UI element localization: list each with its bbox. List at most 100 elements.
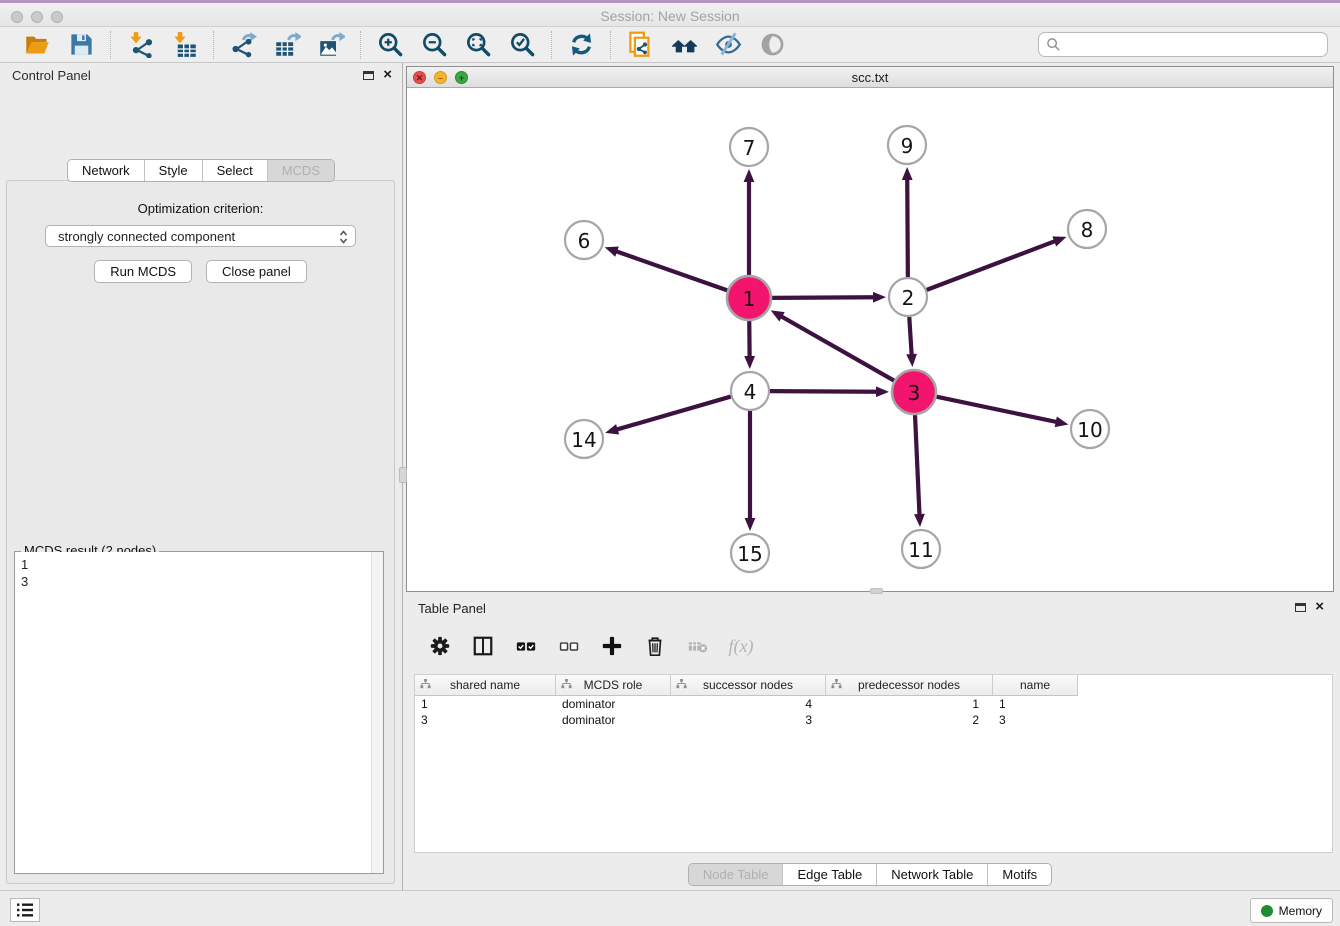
attribute-icon bbox=[831, 679, 842, 690]
import-network-icon bbox=[127, 31, 154, 58]
first-neighbors-button[interactable] bbox=[669, 30, 699, 60]
zoom-fit-button[interactable] bbox=[463, 30, 493, 60]
open-file-button[interactable] bbox=[22, 30, 52, 60]
delete-table-icon bbox=[687, 635, 709, 657]
graph-edge-3-11[interactable] bbox=[915, 415, 919, 515]
cell-name[interactable]: 3 bbox=[993, 712, 1078, 728]
close-panel-icon[interactable]: × bbox=[383, 70, 392, 80]
export-network-icon bbox=[230, 31, 257, 58]
graph-edge-arrow-icon bbox=[1055, 417, 1069, 428]
tab-edge-table[interactable]: Edge Table bbox=[783, 864, 877, 885]
graph-edge-2-9[interactable] bbox=[907, 179, 908, 277]
panel-splitter-grip[interactable] bbox=[399, 467, 407, 483]
tab-motifs[interactable]: Motifs bbox=[988, 864, 1051, 885]
cell-name[interactable]: 1 bbox=[993, 696, 1078, 712]
window-title: Session: New Session bbox=[0, 8, 1340, 24]
task-history-button[interactable] bbox=[10, 898, 40, 922]
gear-icon bbox=[429, 635, 451, 657]
import-table-button[interactable] bbox=[169, 30, 199, 60]
horizontal-splitter-grip[interactable] bbox=[870, 588, 883, 594]
graph-node-label: 10 bbox=[1077, 418, 1102, 442]
cell-predecessor-nodes[interactable]: 2 bbox=[826, 712, 993, 728]
column-layout-icon bbox=[472, 635, 494, 657]
table-toolbar: f(x) bbox=[416, 628, 753, 664]
close-panel-icon[interactable]: × bbox=[1315, 602, 1324, 612]
table-panel-title: Table Panel bbox=[418, 601, 486, 616]
network-graph[interactable]: 7968124314101511 bbox=[407, 88, 1332, 591]
graph-edge-arrow-icon bbox=[876, 386, 889, 397]
graph-edge-1-6[interactable] bbox=[616, 251, 727, 290]
save-session-button[interactable] bbox=[66, 30, 96, 60]
graph-edge-3-10[interactable] bbox=[937, 397, 1057, 422]
column-layout-button[interactable] bbox=[471, 634, 495, 658]
zoom-selected-button[interactable] bbox=[507, 30, 537, 60]
column-header-predecessor-nodes[interactable]: predecessor nodes bbox=[826, 675, 993, 696]
graph-edge-4-3[interactable] bbox=[770, 391, 877, 392]
float-panel-icon[interactable] bbox=[1295, 603, 1306, 612]
search-input[interactable] bbox=[1061, 37, 1320, 52]
result-scrollbar[interactable] bbox=[371, 552, 383, 873]
tab-mcds[interactable]: MCDS bbox=[268, 160, 334, 181]
graph-edge-arrow-icon bbox=[605, 424, 619, 434]
clone-network-button[interactable] bbox=[625, 30, 655, 60]
tab-select[interactable]: Select bbox=[203, 160, 268, 181]
tab-network-table[interactable]: Network Table bbox=[877, 864, 988, 885]
graph-edge-3-1[interactable] bbox=[781, 316, 894, 380]
column-header-shared-name[interactable]: shared name bbox=[415, 675, 556, 696]
graph-edge-4-14[interactable] bbox=[617, 397, 731, 430]
cell-shared-name[interactable]: 1 bbox=[415, 696, 556, 712]
hide-selected-button[interactable] bbox=[713, 30, 743, 60]
tab-node-table[interactable]: Node Table bbox=[689, 864, 784, 885]
attribute-icon bbox=[561, 679, 572, 690]
cell-shared-name[interactable]: 3 bbox=[415, 712, 556, 728]
search-field[interactable] bbox=[1038, 32, 1328, 57]
run-mcds-button[interactable]: Run MCDS bbox=[94, 260, 192, 283]
zoom-in-icon bbox=[377, 31, 404, 58]
criterion-value: strongly connected component bbox=[58, 229, 235, 244]
delete-table-button[interactable] bbox=[686, 634, 710, 658]
cell-successor-nodes[interactable]: 4 bbox=[671, 696, 826, 712]
close-panel-button[interactable]: Close panel bbox=[206, 260, 307, 283]
export-image-button[interactable] bbox=[316, 30, 346, 60]
deselect-all-button[interactable] bbox=[557, 634, 581, 658]
criterion-dropdown[interactable]: strongly connected component bbox=[45, 225, 356, 247]
open-folder-icon bbox=[24, 31, 51, 58]
zoom-out-button[interactable] bbox=[419, 30, 449, 60]
deselect-all-icon bbox=[558, 635, 580, 657]
table-settings-button[interactable] bbox=[428, 634, 452, 658]
graph-edge-2-8[interactable] bbox=[927, 241, 1056, 290]
cell-mcds-role[interactable]: dominator bbox=[556, 712, 671, 728]
zoom-in-button[interactable] bbox=[375, 30, 405, 60]
graph-node-label: 9 bbox=[901, 134, 914, 158]
refresh-button[interactable] bbox=[566, 30, 596, 60]
column-header-mcds-role[interactable]: MCDS role bbox=[556, 675, 671, 696]
memory-button[interactable]: Memory bbox=[1250, 898, 1333, 923]
memory-status-icon bbox=[1261, 905, 1273, 917]
graph-edge-2-3[interactable] bbox=[909, 317, 911, 355]
tab-style[interactable]: Style bbox=[145, 160, 203, 181]
zoom-fit-icon bbox=[465, 31, 492, 58]
network-window-titlebar[interactable]: ✕ – + scc.txt bbox=[407, 67, 1333, 88]
float-panel-icon[interactable] bbox=[363, 71, 374, 80]
show-all-button[interactable] bbox=[757, 30, 787, 60]
import-network-button[interactable] bbox=[125, 30, 155, 60]
column-header-successor-nodes[interactable]: successor nodes bbox=[671, 675, 826, 696]
export-table-button[interactable] bbox=[272, 30, 302, 60]
cell-predecessor-nodes[interactable]: 1 bbox=[826, 696, 993, 712]
tab-network[interactable]: Network bbox=[68, 160, 145, 181]
network-canvas[interactable]: 7968124314101511 bbox=[407, 88, 1333, 591]
function-builder-button[interactable]: f(x) bbox=[729, 634, 753, 658]
titlebar: Session: New Session bbox=[0, 0, 1340, 27]
export-network-button[interactable] bbox=[228, 30, 258, 60]
table-row[interactable]: 3 dominator 3 2 3 bbox=[415, 712, 1332, 728]
graph-edge-arrow-icon bbox=[745, 518, 756, 531]
table-row[interactable]: 1 dominator 4 1 1 bbox=[415, 696, 1332, 712]
select-all-button[interactable] bbox=[514, 634, 538, 658]
column-header-name[interactable]: name bbox=[993, 675, 1078, 696]
zoom-selected-icon bbox=[509, 31, 536, 58]
cell-successor-nodes[interactable]: 3 bbox=[671, 712, 826, 728]
cell-mcds-role[interactable]: dominator bbox=[556, 696, 671, 712]
add-column-button[interactable] bbox=[600, 634, 624, 658]
graph-edge-1-2[interactable] bbox=[772, 297, 874, 298]
delete-column-button[interactable] bbox=[643, 634, 667, 658]
